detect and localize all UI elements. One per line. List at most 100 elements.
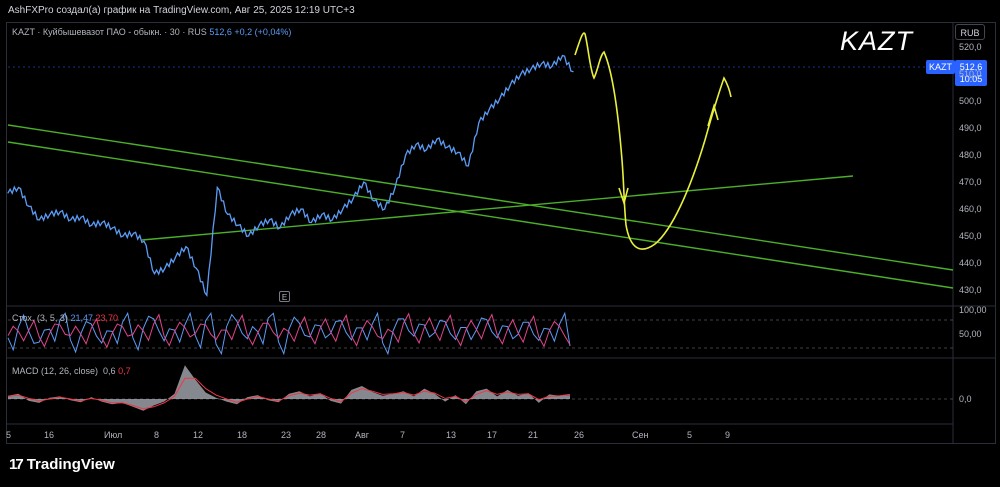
- price-point: [499, 98, 501, 100]
- time-axis-label: 13: [446, 430, 457, 440]
- price-axis-label: 500,0: [959, 96, 982, 106]
- macd-signal-value: 0,7: [118, 366, 131, 376]
- price-point: [80, 216, 82, 218]
- time-axis-label: 7: [400, 430, 406, 440]
- price-axis-label: 510,0: [959, 69, 982, 79]
- price-point: [561, 54, 564, 57]
- price-point: [7, 192, 9, 194]
- price-point: [174, 256, 176, 259]
- price-point: [394, 186, 396, 189]
- price-axis-label: 490,0: [959, 123, 982, 133]
- last-price-symbol-tag: KAZT: [926, 60, 956, 74]
- price-point: [321, 213, 323, 215]
- stoch-label: Стох. (3, 5, 3): [12, 313, 68, 323]
- price-point: [310, 221, 312, 224]
- tradingview-logo[interactable]: 17 TradingView: [9, 456, 115, 473]
- price-point: [384, 208, 386, 210]
- price-point: [206, 294, 208, 296]
- currency-badge[interactable]: RUB: [955, 24, 985, 40]
- price-axis-label: 520,0: [959, 42, 982, 52]
- price-point: [164, 267, 166, 269]
- price-series-line[interactable]: [7, 54, 574, 297]
- descending-trendline-upper[interactable]: [7, 124, 954, 271]
- price-point: [342, 208, 344, 210]
- stoch-axis-label: 100,00: [959, 305, 987, 315]
- price-point: [331, 219, 333, 221]
- time-axis-label: 9: [725, 430, 731, 440]
- forecast-arrow-up: [707, 103, 719, 127]
- forecast-drawing[interactable]: [574, 32, 732, 250]
- price-point: [185, 246, 187, 248]
- price-point: [467, 165, 469, 167]
- stoch-axis-label: 50,00: [959, 329, 982, 339]
- ticker-annotation[interactable]: KAZT: [840, 26, 913, 57]
- time-axis-label: 16: [44, 430, 55, 440]
- price-point: [70, 219, 72, 221]
- time-axis-label: 23: [281, 430, 292, 440]
- time-axis-label: Июл: [104, 430, 123, 440]
- price-point: [38, 219, 41, 221]
- time-axis-label: 12: [193, 430, 204, 440]
- ascending-trendline[interactable]: [141, 175, 854, 241]
- price-point: [122, 235, 124, 237]
- macd-axis-label: 0,0: [959, 394, 972, 404]
- price-point: [101, 221, 103, 224]
- price-axis-label: 430,0: [959, 285, 982, 295]
- time-axis-label: Авг: [355, 430, 370, 440]
- main-legend: KAZT · Куйбышевазот ПАО - обыкн. · 30 · …: [12, 27, 291, 37]
- descending-trendline-lower[interactable]: [7, 141, 954, 289]
- price-axis-label: 480,0: [959, 150, 982, 160]
- price-point: [541, 63, 543, 65]
- brand-name: TradingView: [26, 456, 115, 473]
- time-axis-label: 8: [154, 430, 160, 440]
- price-axis-label: 470,0: [959, 177, 982, 187]
- macd-label: MACD (12, 26, close): [12, 366, 99, 376]
- price-point: [279, 227, 281, 229]
- macd-legend: MACD (12, 26, close) 0,6 0,7: [12, 366, 131, 376]
- price-point: [457, 151, 459, 153]
- price-point: [572, 71, 574, 73]
- time-axis-label: 5: [6, 430, 12, 440]
- time-axis-label: Сен: [632, 430, 649, 440]
- price-point: [352, 197, 354, 199]
- price-point: [373, 200, 375, 202]
- price-point: [258, 224, 260, 226]
- price-point: [195, 267, 197, 269]
- price-point: [300, 208, 302, 210]
- macd-value: 0,6: [103, 366, 116, 376]
- price-point: [216, 186, 218, 189]
- price-point: [112, 227, 114, 229]
- price-point: [269, 219, 271, 221]
- price-point: [478, 122, 480, 124]
- price-point: [446, 146, 448, 148]
- price-point: [143, 240, 145, 242]
- time-axis-label: 26: [574, 430, 585, 440]
- price-point: [237, 224, 239, 226]
- price-point: [405, 154, 407, 156]
- price-change-value: +0,2 (+0,04%): [234, 27, 292, 37]
- price-axis-label: 460,0: [959, 204, 982, 214]
- tradingview-mark-icon: 17: [9, 456, 24, 473]
- price-axis-label: 450,0: [959, 231, 982, 241]
- price-point: [520, 73, 522, 75]
- price-point: [91, 224, 93, 226]
- chart-canvas[interactable]: [0, 0, 1000, 487]
- price-point: [289, 213, 292, 215]
- time-axis-label: 17: [487, 430, 498, 440]
- stoch-legend: Стох. (3, 5, 3) 21,47 23,70: [12, 313, 118, 323]
- price-point: [415, 143, 417, 145]
- time-axis-label: 28: [316, 430, 327, 440]
- price-point: [28, 205, 30, 207]
- earnings-marker[interactable]: E: [279, 291, 290, 302]
- price-point: [49, 213, 51, 215]
- price-axis-label: 440,0: [959, 258, 982, 268]
- price-point: [363, 181, 365, 183]
- price-point: [227, 213, 229, 215]
- price-point: [530, 68, 532, 70]
- price-point: [17, 186, 20, 189]
- price-point: [425, 149, 428, 151]
- price-point: [248, 235, 250, 237]
- price-point: [153, 273, 156, 275]
- stoch-d-value: 23,70: [95, 313, 119, 323]
- last-price-value: 512,6: [209, 27, 232, 37]
